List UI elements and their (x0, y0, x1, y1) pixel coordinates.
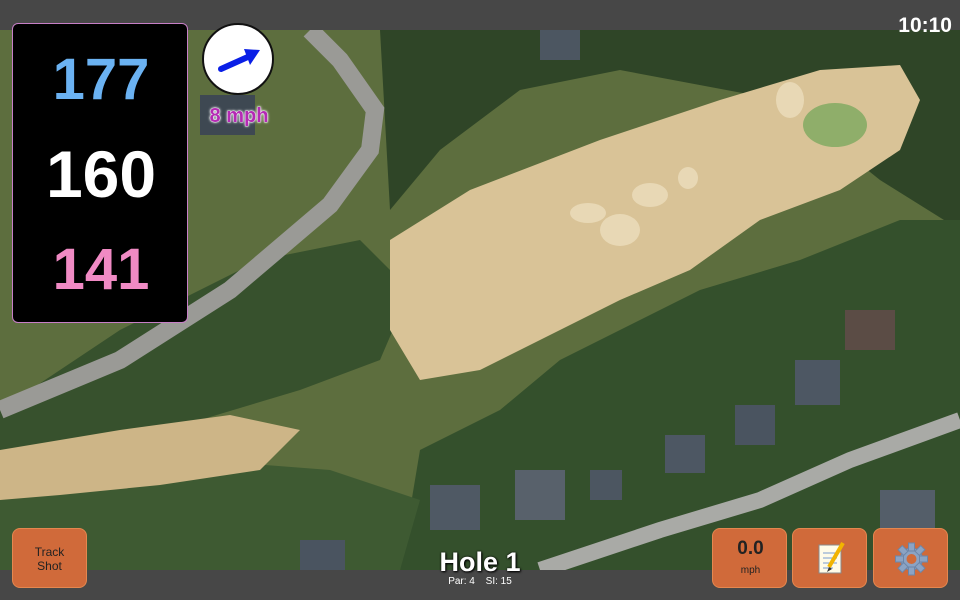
speed-value: 0.0 (737, 538, 764, 559)
speed-unit: mph (740, 565, 761, 576)
settings-button[interactable] (873, 528, 948, 588)
wind-indicator (202, 23, 274, 95)
hole-stroke-index: SI: 15 (485, 576, 512, 587)
clock: 10:10 (898, 14, 952, 37)
gear-icon (895, 542, 928, 576)
front-distance: 141 (52, 237, 150, 302)
notes-button[interactable] (792, 528, 867, 588)
back-distance: 177 (52, 47, 150, 112)
notepad-icon (818, 541, 845, 574)
wind-speed: 8 mph (209, 105, 269, 128)
track-shot-label-line-2: Shot (37, 559, 62, 573)
hole-info: Par: 4 SI: 15 (380, 576, 580, 587)
distance-panel: 177 160 141 (12, 23, 188, 323)
hole-par: Par: 4 (448, 576, 475, 587)
hole-title: Hole 1 (439, 547, 521, 577)
track-shot-button[interactable]: Track Shot (12, 528, 87, 588)
track-shot-label-line-1: Track (34, 545, 65, 559)
center-distance: 160 (45, 137, 157, 211)
wind-direction-arrow-icon (218, 49, 260, 72)
speed-button[interactable]: 0.0 mph (712, 528, 787, 588)
